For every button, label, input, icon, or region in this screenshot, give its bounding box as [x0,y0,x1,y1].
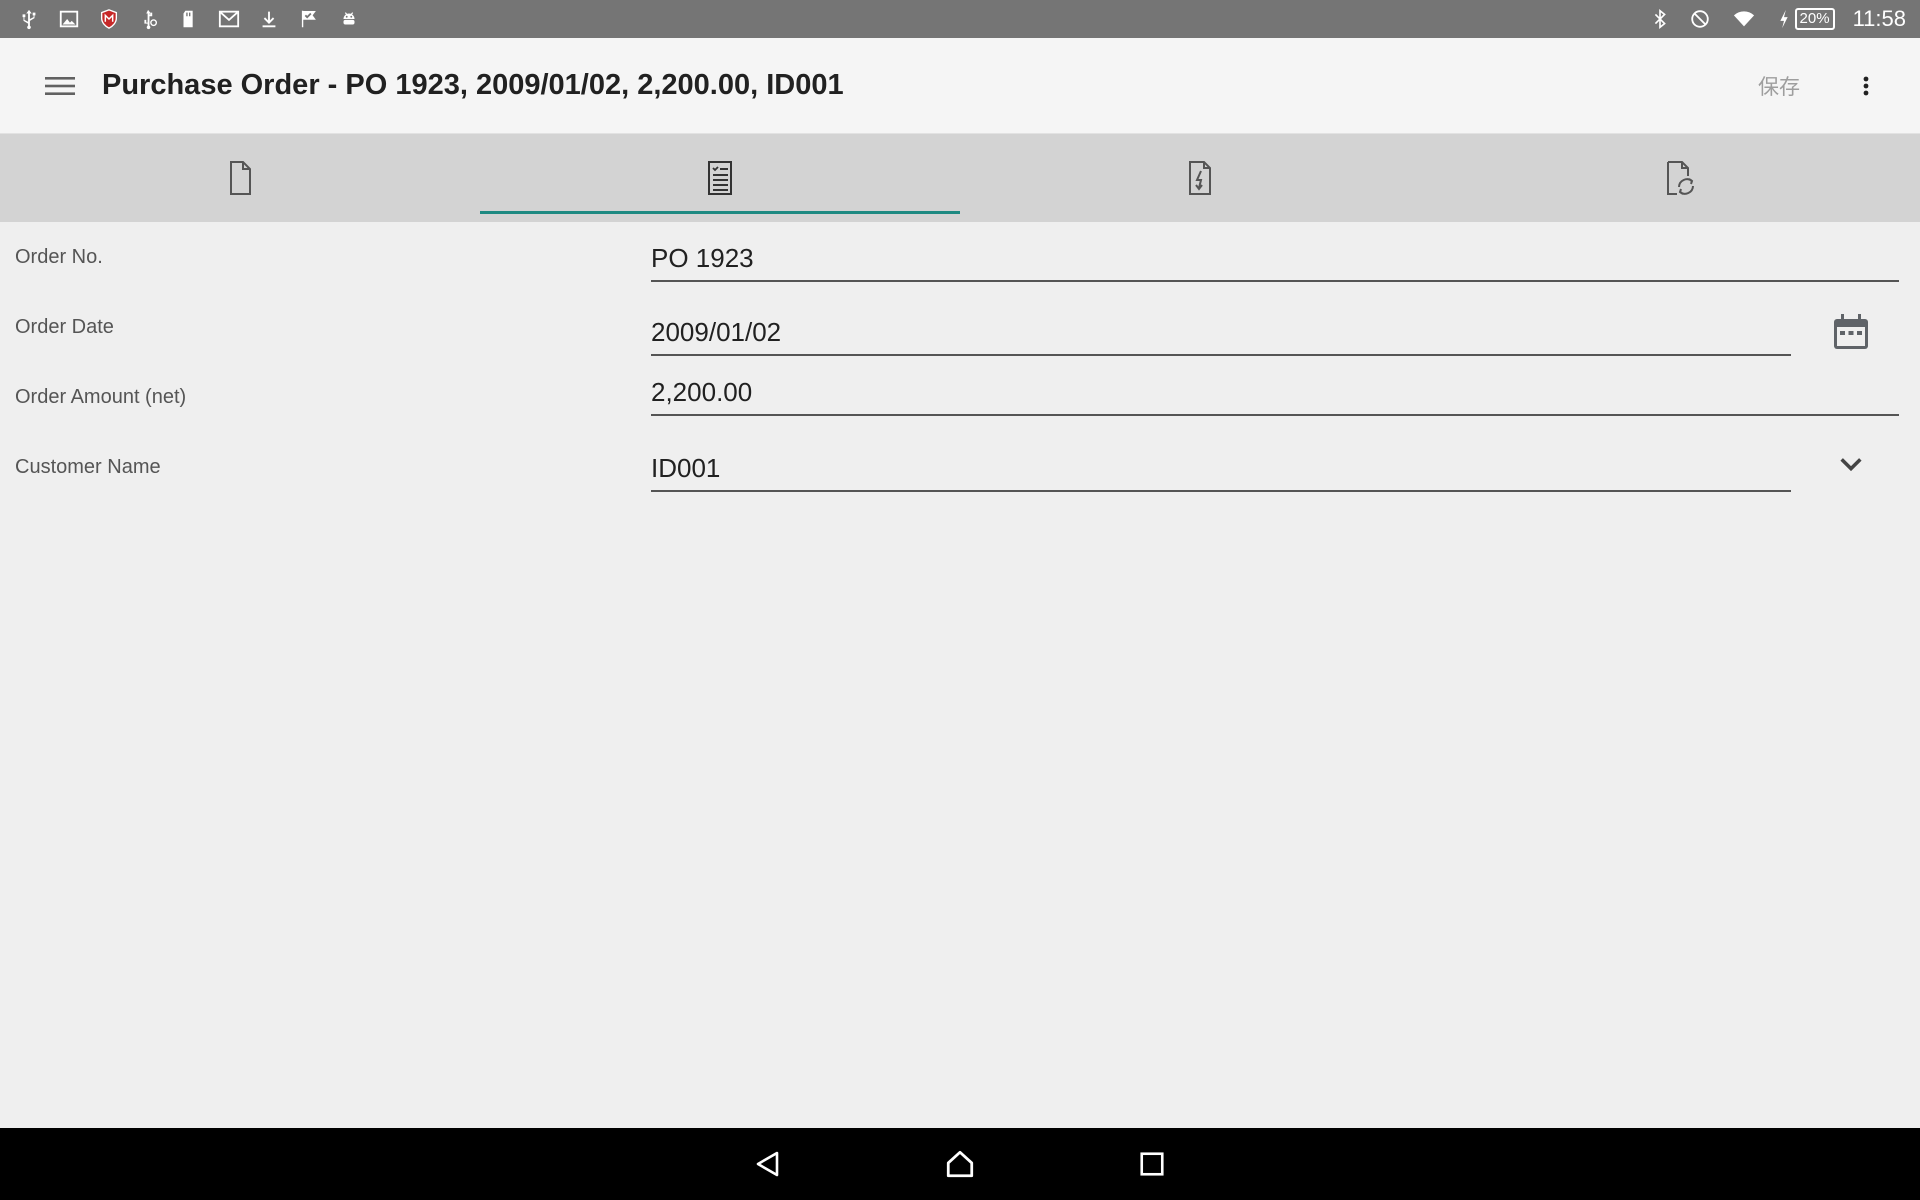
usb-icon [18,8,40,30]
system-navigation-bar [0,1128,1920,1200]
hamburger-icon [45,76,75,95]
battery-indicator: 20% [1777,8,1835,30]
mcafee-shield-icon [98,8,120,30]
status-bar: 20% 11:58 [0,0,1920,38]
tab-general[interactable] [0,134,480,222]
checklist-document-icon [708,161,732,195]
order-date-field[interactable]: 2009/01/02 [651,310,1791,356]
android-icon [338,8,360,30]
purchase-order-form: Order No. PO 1923 Order Date 2009/01/02 … [0,222,1920,502]
calendar-icon [1834,314,1868,349]
document-export-icon [1189,161,1211,195]
order-amount-row: Order Amount (net) 2,200.00 [0,362,1920,432]
sd-card-icon [178,8,200,30]
document-icon [230,161,251,195]
recents-square-icon [1140,1152,1164,1176]
recents-button[interactable] [1127,1139,1177,1189]
order-date-label: Order Date [15,315,114,338]
tab-bar [0,134,1920,222]
home-icon [946,1150,974,1178]
more-vert-icon [1863,76,1869,95]
customer-name-label: Customer Name [15,455,161,478]
order-amount-label: Order Amount (net) [15,385,187,408]
gmail-icon [218,8,240,30]
tab-export[interactable] [960,134,1440,222]
tab-details[interactable] [480,134,960,222]
order-no-label: Order No. [15,245,103,268]
overflow-menu-button[interactable] [1846,56,1886,116]
app-bar: Purchase Order - PO 1923, 2009/01/02, 2,… [0,38,1920,134]
customer-name-row: Customer Name ID001 [0,432,1920,502]
order-date-row: Order Date 2009/01/02 [0,292,1920,362]
bluetooth-icon [1649,8,1671,30]
chevron-down-icon [1840,458,1862,472]
status-bar-system: 20% 11:58 [1649,0,1906,38]
clock: 11:58 [1852,6,1906,31]
customer-name-select[interactable]: ID001 [651,446,1791,492]
date-picker-button[interactable] [1823,304,1879,360]
back-button[interactable] [743,1139,793,1189]
document-refresh-icon [1667,161,1694,195]
status-bar-notifications [18,0,360,38]
check-flag-icon [298,8,320,30]
download-icon [258,8,280,30]
back-triangle-icon [756,1151,779,1177]
home-button[interactable] [935,1139,985,1189]
battery-level: 20% [1794,8,1835,30]
wifi-icon [1729,8,1759,30]
order-no-row: Order No. PO 1923 [0,222,1920,292]
customer-dropdown-button[interactable] [1823,436,1879,492]
charging-icon [1777,8,1791,30]
order-amount-field[interactable]: 2,200.00 [651,370,1899,416]
page-title: Purchase Order - PO 1923, 2009/01/02, 2,… [102,69,844,101]
order-no-field[interactable]: PO 1923 [651,236,1899,282]
do-not-disturb-icon [1689,8,1711,30]
image-icon [58,8,80,30]
tab-sync[interactable] [1440,134,1920,222]
usb-debug-icon [138,8,160,30]
save-button[interactable]: 保存 [1758,71,1800,101]
menu-button[interactable] [30,56,90,116]
